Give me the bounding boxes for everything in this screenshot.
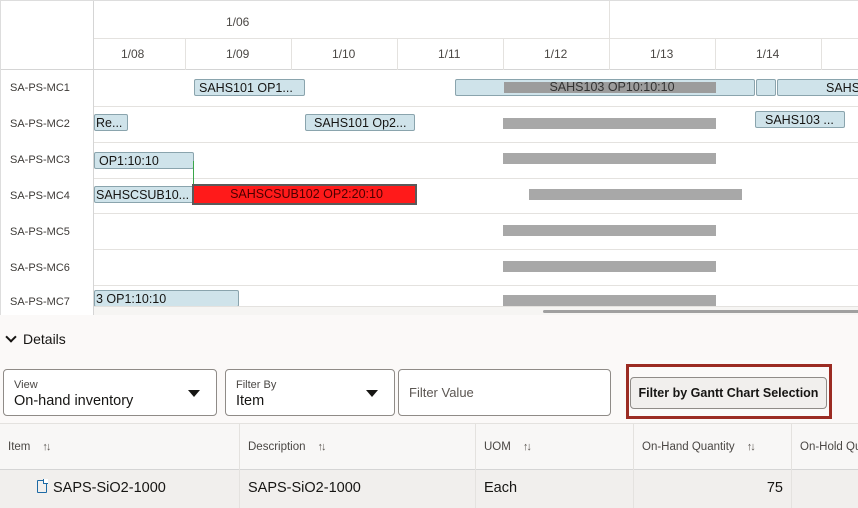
date-label: 1/08 [121,47,145,61]
timeline-minor: 1/08 1/09 1/10 1/11 1/12 1/13 1/14 [94,39,858,70]
timeline-major: 1/06 [94,1,858,39]
cell-description: SAPS-SiO2-1000 [240,470,476,508]
view-label: View [14,379,38,391]
gantt-chart[interactable]: 1/06 1/08 1/09 1/10 1/11 1/12 1/13 1/14 [0,0,858,315]
date-label: 1/14 [756,47,780,61]
resource-label: SA-PS-MC5 [10,226,70,238]
major-date-label: 1/06 [226,15,250,29]
sort-icon: ↑↓ [42,441,51,453]
resource-label: SA-PS-MC6 [10,262,70,274]
column-header-on-hand-quantity[interactable]: On-Hand Quantity ↑↓ [634,424,792,471]
column-header-on-hold-quantity[interactable]: On-Hold Qu [792,424,858,471]
date-label: 1/10 [332,47,356,61]
resource-label: SA-PS-MC1 [10,82,70,94]
dropdown-caret-icon [366,390,378,397]
filter-by-select[interactable]: Filter By Item [225,369,395,416]
gantt-task-bar-selected[interactable]: SAHSCSUB102 OP2:20:10 [192,184,417,205]
gantt-task-bar[interactable] [503,225,716,236]
cell-item[interactable]: SAPS-SiO2-1000 [0,470,240,508]
date-label: 1/09 [226,47,250,61]
gantt-task-label: SAHS103 OP10:10:10 [504,81,716,93]
sort-icon: ↑↓ [317,441,327,453]
gantt-task-bar[interactable]: SAHS103 OP10:10:10 [455,79,755,96]
gantt-task-bar[interactable] [503,153,716,164]
gantt-task-bar[interactable]: SAHS103 ... [755,111,845,128]
gantt-task-bar[interactable]: SAHSCSUB10... [94,186,194,203]
gantt-task-bar[interactable] [756,79,776,96]
gantt-task-bar[interactable] [503,261,716,272]
column-header-uom[interactable]: UOM ↑↓ [476,424,634,471]
inventory-table: Item ↑↓ Description ↑↓ UOM ↑↓ On-Hand Quant… [0,423,858,508]
filter-by-label: Filter By [236,379,277,391]
gantt-task-bar[interactable] [503,295,716,306]
dropdown-caret-icon [188,390,200,397]
details-panel: Details View On-hand inventory Filter By… [0,315,858,508]
cell-uom: Each [476,470,634,508]
sort-icon: ↑↓ [746,441,756,453]
column-header-description[interactable]: Description ↑↓ [240,424,476,471]
gantt-task-bar[interactable]: SAHS [777,79,858,96]
details-toggle[interactable]: Details [4,331,66,347]
column-header-item[interactable]: Item ↑↓ [0,424,240,471]
filter-by-gantt-selection-button[interactable]: Filter by Gantt Chart Selection [630,377,827,409]
gantt-task-bar[interactable]: 3 OP1:10:10 [94,290,239,307]
view-select[interactable]: View On-hand inventory [3,369,217,416]
cell-on-hand-quantity: 75 [634,470,792,508]
date-label: 1/11 [438,47,461,61]
gantt-task-bar[interactable] [503,118,716,129]
gantt-task-bar[interactable]: SAHS101 OP1... [194,79,305,96]
resource-column: SA-PS-MC1 SA-PS-MC2 SA-PS-MC3 SA-PS-MC4 … [1,1,94,315]
resource-label: SA-PS-MC3 [10,154,70,166]
details-title: Details [23,331,66,347]
chevron-down-icon [5,331,17,343]
sort-icon: ↑↓ [522,441,532,453]
date-label: 1/13 [650,47,674,61]
cell-on-hold-quantity [792,470,858,508]
table-row[interactable]: SAPS-SiO2-1000 SAPS-SiO2-1000 Each 75 [0,470,858,508]
filter-by-value: Item [236,393,265,409]
resource-label: SA-PS-MC7 [10,296,70,308]
filter-value-input[interactable]: Filter Value [398,369,611,416]
resource-label: SA-PS-MC4 [10,190,70,202]
gantt-task-bar[interactable]: OP1:10:10 [94,152,194,169]
view-value: On-hand inventory [14,393,134,409]
document-icon [37,479,48,493]
gantt-task-bar[interactable] [529,189,742,200]
gantt-task-bar[interactable]: Re... [94,114,128,131]
horizontal-scrollbar[interactable] [543,310,858,313]
date-label: 1/12 [544,47,568,61]
table-header: Item ↑↓ Description ↑↓ UOM ↑↓ On-Hand Quant… [0,423,858,471]
resource-label: SA-PS-MC2 [10,118,70,130]
gantt-task-bar[interactable]: SAHS101 Op2... [305,114,415,131]
filter-value-placeholder: Filter Value [409,385,474,400]
